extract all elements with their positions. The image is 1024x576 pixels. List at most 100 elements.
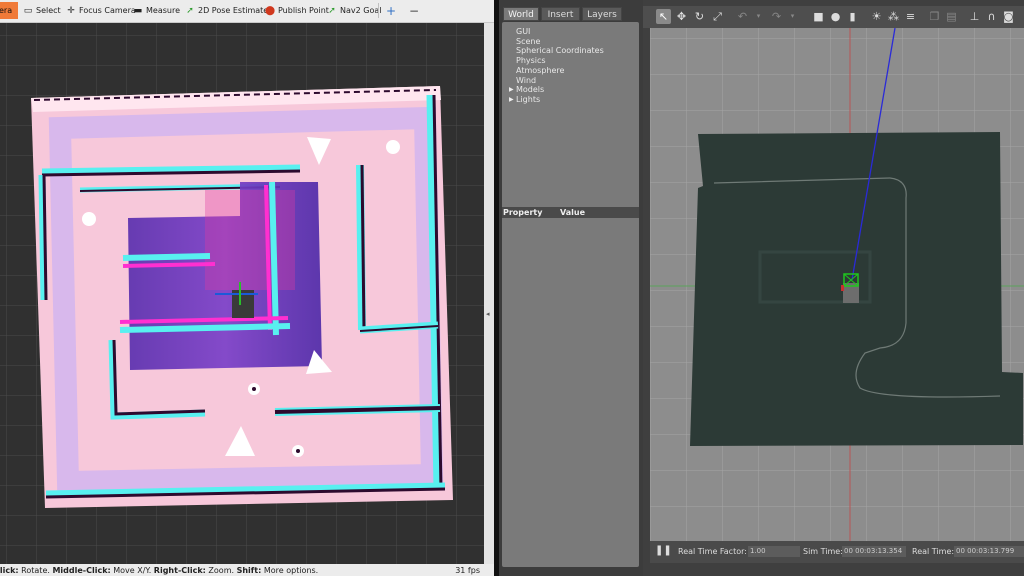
crosshair-icon: ✛ xyxy=(67,5,75,16)
obstacle-dot-2 xyxy=(82,212,96,226)
publish-point-tool[interactable]: ⬤ Publish Point xyxy=(262,2,332,19)
tab-world-label: World xyxy=(508,10,534,20)
tree-item-label: Models xyxy=(516,85,545,94)
local-wall-1-magenta xyxy=(122,262,216,268)
nav2-goal-label: Nav2 Goal xyxy=(340,6,382,15)
rviz-3d-viewport[interactable] xyxy=(0,23,484,564)
tree-item-scene[interactable]: Scene xyxy=(516,37,540,46)
gazebo-toolbar: ↖ ✥ ↻ ⤢ ↶ ▾ ↷ ▾ ■ ● ▮ ☀ ⁂ ≡ ❐ ▤ ⊥ ∩ ◙ xyxy=(643,6,1024,28)
local-wall-3-cyan xyxy=(119,323,291,333)
tree-item-label: Lights xyxy=(516,95,541,104)
undo-dropdown-icon[interactable]: ▾ xyxy=(751,9,766,24)
tree-item-label: GUI xyxy=(516,27,531,36)
nav2-goal-tool[interactable]: ➚ Nav2 Goal xyxy=(324,2,384,19)
rtf-label: Real Time Factor: xyxy=(678,547,747,556)
focus-camera-label: Focus Camera xyxy=(79,6,136,15)
cylinder-shape-icon[interactable]: ▮ xyxy=(845,9,860,24)
toolbar-separator xyxy=(378,3,379,18)
undo-icon[interactable]: ↶ xyxy=(735,9,750,24)
tree-item-wind[interactable]: Wind xyxy=(516,76,536,85)
gazebo-3d-viewport[interactable] xyxy=(650,28,1024,541)
paste-icon[interactable]: ▤ xyxy=(944,9,959,24)
tree-item-gui[interactable]: GUI xyxy=(516,27,530,36)
measure-tool[interactable]: ▬ Measure xyxy=(130,2,183,19)
fps-readout: 31 fps xyxy=(455,566,480,575)
rviz-window: era ▭ Select ✛ Focus Camera ▬ Measure ➚ … xyxy=(0,0,494,576)
tree-item-models[interactable]: ▶ Models xyxy=(509,85,545,94)
measure-label: Measure xyxy=(146,6,180,15)
tree-item-label: Spherical Coordinates xyxy=(516,46,604,55)
pause-icon[interactable]: ❚❚ xyxy=(655,545,672,556)
publish-point-label: Publish Point xyxy=(278,6,329,15)
tree-item-atmosphere[interactable]: Atmosphere xyxy=(516,66,564,75)
rviz-status-bar: Click: Rotate. Middle-Click: Move X/Y. R… xyxy=(0,564,494,576)
translate-icon[interactable]: ✥ xyxy=(674,9,689,24)
mouse-hint: Click: Rotate. Middle-Click: Move X/Y. R… xyxy=(0,565,318,576)
copy-icon[interactable]: ❐ xyxy=(927,9,942,24)
goal-arrow-icon: ➚ xyxy=(328,5,336,16)
directional-light-icon[interactable]: ≡ xyxy=(903,9,918,24)
tree-item-label: Scene xyxy=(516,37,541,46)
scale-icon[interactable]: ⤢ xyxy=(710,9,725,24)
redo-icon[interactable]: ↷ xyxy=(769,9,784,24)
tree-item-spherical-coordinates[interactable]: Spherical Coordinates xyxy=(516,46,604,55)
hint-shift: Shift: xyxy=(236,566,262,575)
panel-splitter[interactable]: ◂ xyxy=(484,23,494,576)
hint-left-click-text: Rotate. xyxy=(18,566,53,575)
minus-icon: − xyxy=(409,3,420,18)
pose-estimate-tool[interactable]: ➚ 2D Pose Estimate xyxy=(182,2,271,19)
redo-dropdown-icon[interactable]: ▾ xyxy=(785,9,800,24)
tab-world[interactable]: World xyxy=(503,7,539,21)
hint-middle-click: Middle-Click: xyxy=(52,566,111,575)
add-tool-button[interactable]: + xyxy=(383,2,399,19)
gazebo-time-bar: ❚❚ Real Time Factor: 1.00 Sim Time: 00 0… xyxy=(650,541,1024,563)
property-header: Property Value xyxy=(502,207,639,218)
gazebo-scene xyxy=(650,28,1024,541)
expand-arrow-icon[interactable]: ▶ xyxy=(509,85,514,94)
tree-item-physics[interactable]: Physics xyxy=(516,56,546,65)
tree-item-label: Physics xyxy=(516,56,546,65)
tab-insert-label: Insert xyxy=(547,10,574,20)
obstacle-dot-1 xyxy=(386,140,400,154)
tab-layers[interactable]: Layers xyxy=(582,7,622,21)
tree-item-lights[interactable]: ▶ Lights xyxy=(509,95,541,104)
real-time-field: 00 00:03:13.799 xyxy=(954,546,1024,557)
rotate-icon[interactable]: ↻ xyxy=(692,9,707,24)
value-column: Value xyxy=(560,208,586,217)
obstacle-dot-4-core xyxy=(296,449,300,453)
box-shape-icon[interactable]: ■ xyxy=(811,9,826,24)
local-wall-2-cyan xyxy=(269,181,279,336)
sphere-shape-icon[interactable]: ● xyxy=(828,9,843,24)
interact-tool[interactable]: era xyxy=(0,2,18,19)
snap-icon[interactable]: ∩ xyxy=(984,9,999,24)
spot-light-icon[interactable]: ⁂ xyxy=(886,9,901,24)
sim-time-label: Sim Time: xyxy=(803,547,843,556)
hint-shift-text: More options. xyxy=(261,566,319,575)
hint-left-click: Click: xyxy=(0,566,19,575)
rtf-field: 1.00 xyxy=(748,546,800,557)
remove-tool-button[interactable]: − xyxy=(406,2,422,19)
map-pin-icon: ⬤ xyxy=(265,5,276,16)
tree-item-label: Atmosphere xyxy=(516,66,565,75)
inner-wall-right xyxy=(360,164,366,331)
align-icon[interactable]: ⊥ xyxy=(967,9,982,24)
focus-camera-tool[interactable]: ✛ Focus Camera xyxy=(63,2,139,19)
camera-icon[interactable]: ◙ xyxy=(1001,9,1016,24)
expand-arrow-icon[interactable]: ▶ xyxy=(509,95,514,104)
tab-insert[interactable]: Insert xyxy=(541,7,580,21)
ruler-icon: ▬ xyxy=(133,5,143,16)
rviz-toolbar: era ▭ Select ✛ Focus Camera ▬ Measure ➚ … xyxy=(0,0,494,23)
point-light-icon[interactable]: ☀ xyxy=(869,9,884,24)
hint-middle-click-text: Move X/Y. xyxy=(110,566,154,575)
select-tool-label: Select xyxy=(36,6,61,15)
plus-icon: + xyxy=(386,3,397,18)
gazebo-left-panel: World Insert Layers GUI Scene Spherical … xyxy=(499,0,643,576)
select-tool[interactable]: ▭ Select xyxy=(20,2,64,19)
select-mode-icon[interactable]: ↖ xyxy=(656,9,671,24)
local-wall-1-cyan xyxy=(122,253,211,261)
collapse-arrow-icon[interactable]: ◂ xyxy=(486,310,490,318)
costmap-render xyxy=(0,23,484,564)
robot-wheel xyxy=(841,285,844,291)
property-column: Property xyxy=(503,208,543,217)
tab-layers-label: Layers xyxy=(587,10,617,20)
